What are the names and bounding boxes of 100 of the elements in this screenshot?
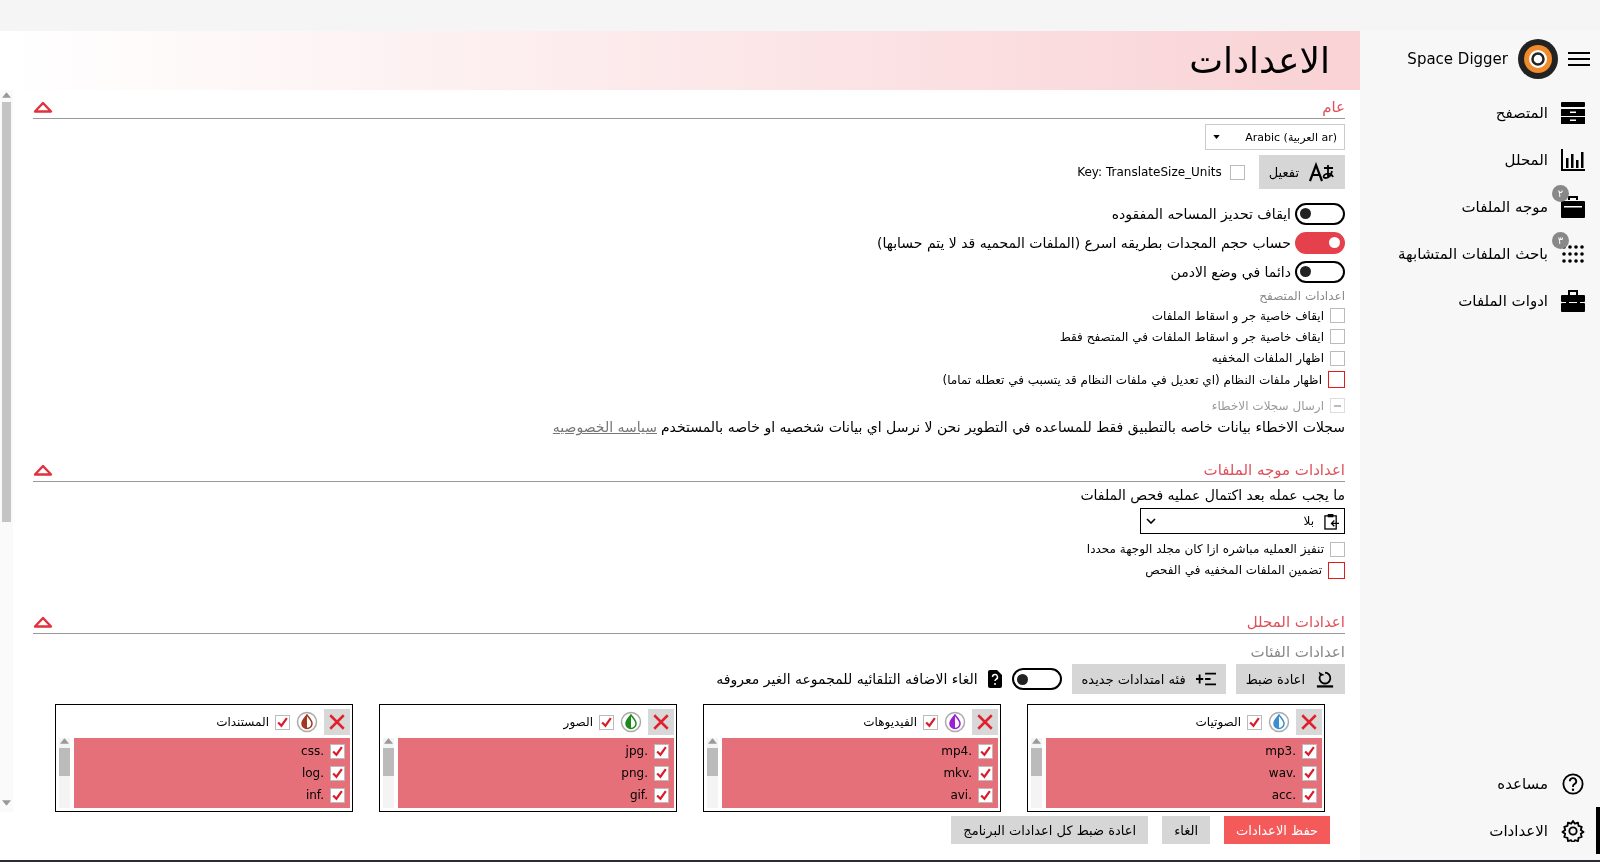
dots-icon	[1561, 242, 1585, 265]
extension-label: wav.	[1268, 766, 1296, 780]
checkbox[interactable]	[923, 714, 938, 730]
sidebar-item[interactable]: ادوات الملفات	[1360, 277, 1600, 324]
toggle-switch[interactable]	[1011, 668, 1062, 690]
footer-button[interactable]: اعادة ضبط كل اعدادات البرنامج	[951, 816, 1149, 844]
sidebar-item[interactable]: الاعدادات	[1360, 807, 1600, 854]
scroll-up-icon[interactable]	[708, 738, 717, 744]
extension-label: mkv.	[943, 766, 972, 780]
section-title: اعدادات المحلل	[1246, 613, 1345, 631]
scrollbar[interactable]	[383, 738, 394, 808]
checkbox[interactable]	[654, 787, 669, 803]
checkbox[interactable]	[1330, 308, 1345, 324]
checkbox[interactable]	[1330, 350, 1345, 366]
checkbox[interactable]	[1229, 164, 1245, 180]
extension-label: jpg.	[625, 744, 648, 758]
checkbox[interactable]	[330, 765, 345, 781]
checkbox[interactable]	[330, 743, 345, 759]
collapse-icon[interactable]	[33, 101, 53, 113]
checkbox[interactable]	[654, 765, 669, 781]
checkbox[interactable]	[1330, 329, 1345, 345]
reset-button[interactable]: اعادة ضبط	[1235, 664, 1345, 694]
sidebar-item[interactable]: ٣ باحث الملفات المتشابهة	[1360, 230, 1600, 277]
checkbox-label: ارسال سجلات الاخطاء	[1211, 398, 1324, 413]
translate-button[interactable]: تفعيل	[1258, 155, 1345, 189]
extension-label: avi.	[950, 788, 972, 802]
toggle-switch[interactable]	[1295, 260, 1345, 283]
category-name: الفيديوهات	[863, 715, 917, 729]
collapse-icon[interactable]	[33, 464, 53, 477]
checkbox[interactable]	[330, 787, 345, 803]
field-label: ما يجب عمله بعد اكتمال عمليه فحص الملفات	[1080, 487, 1345, 504]
checkbox[interactable]	[1328, 561, 1345, 579]
delete-button[interactable]	[324, 709, 350, 735]
sidebar-item[interactable]: المحلل	[1360, 136, 1600, 183]
menu-icon[interactable]	[1568, 51, 1590, 67]
sidebar-item[interactable]: المتصفح	[1360, 89, 1600, 136]
scrollbar[interactable]	[707, 738, 718, 808]
scrollbar[interactable]	[1031, 738, 1042, 808]
scroll-up-icon[interactable]	[384, 738, 393, 744]
privacy-note: سجلات الاخطاء بيانات خاصه بالتطبيق فقط للمساعده في التطوير نحن لا نرسل اي بيانات شخصيه او خاصه بالمستخدم	[660, 419, 1345, 436]
checkbox[interactable]	[1330, 541, 1345, 557]
toggle-label: دائما في وضع الادمن	[1170, 263, 1291, 280]
count-badge: ٣	[1552, 231, 1569, 249]
checkbox-label: Key: TranslateSize_Units	[1077, 165, 1222, 179]
toggle-label: الغاء الاضافه التلقائيه للمجموعه الغير معروفه	[716, 671, 978, 687]
scroll-up-icon[interactable]	[1032, 738, 1041, 744]
checkbox[interactable]	[654, 743, 669, 759]
toggle-label: حساب حجم المجدات بطريقه اسرع (الملفات المحميه قد لا يتم حسابها)	[876, 234, 1291, 251]
delete-button[interactable]	[648, 709, 674, 735]
color-drop-icon[interactable]	[620, 711, 642, 733]
chevron-down-icon	[1146, 518, 1156, 525]
checkbox[interactable]	[599, 714, 614, 730]
scroll-down-icon[interactable]	[2, 800, 11, 806]
checkbox[interactable]	[1302, 765, 1317, 781]
app-name: Space Digger	[1407, 50, 1508, 68]
toggle-switch[interactable]	[1295, 231, 1345, 254]
checkbox[interactable]	[1302, 787, 1317, 803]
checkbox-label: تضمين الملفات المخفيه في الفحص	[1145, 563, 1322, 578]
toggle-label: ايقاف تحديز المساحه المفقوده	[1111, 205, 1291, 222]
new-category-button[interactable]: فئه امتدادات جديده	[1071, 664, 1226, 694]
color-drop-icon[interactable]	[1268, 711, 1290, 733]
extension-label: acc.	[1271, 788, 1296, 802]
help-file-icon[interactable]	[987, 670, 1002, 688]
toggle-switch[interactable]	[1295, 202, 1345, 225]
reset-icon	[1315, 670, 1335, 688]
checkbox-label: ايقاف خاصية جر و اسقاط الملفات في المتصفح فقط	[1059, 329, 1324, 344]
toolbox-icon	[1561, 289, 1585, 312]
delete-button[interactable]	[972, 709, 998, 735]
extension-label: inf.	[305, 788, 324, 802]
checkbox[interactable]	[978, 765, 993, 781]
scrollbar[interactable]	[59, 738, 70, 808]
subheading: اعدادات الفئات	[1249, 643, 1345, 661]
category-name: المستندات	[216, 715, 269, 729]
language-dropdown[interactable]: Arabic (العربية ar)	[1205, 124, 1345, 150]
privacy-link[interactable]: سياسه الخصوصيه	[552, 419, 657, 436]
extension-label: mp4.	[941, 744, 972, 758]
clipboard-icon	[1324, 512, 1339, 530]
checkbox[interactable]	[978, 743, 993, 759]
section-title: اعدادات موجه الملفات	[1203, 461, 1345, 480]
footer-button[interactable]: الغاء	[1162, 816, 1211, 844]
sidebar-item[interactable]: مساعده	[1360, 760, 1600, 807]
checkbox-label: تنفيز العمليه مباشره ازا كان مجلد الوجهة محددا	[1086, 542, 1324, 557]
color-drop-icon[interactable]	[944, 711, 966, 733]
action-dropdown[interactable]: بلا	[1140, 508, 1345, 535]
checkbox[interactable]	[1247, 714, 1262, 730]
sidebar-item[interactable]: ٢ موجه الملفات	[1360, 183, 1600, 230]
scrollbar[interactable]	[0, 90, 13, 812]
checkbox[interactable]	[978, 787, 993, 803]
checkbox[interactable]	[1302, 743, 1317, 759]
page-title: الاعدادات	[1189, 40, 1330, 81]
scroll-up-icon[interactable]	[60, 738, 69, 744]
checkbox[interactable]	[275, 714, 290, 730]
section-title: عام	[1322, 98, 1345, 116]
delete-button[interactable]	[1296, 709, 1322, 735]
color-drop-icon[interactable]	[296, 711, 318, 733]
help-icon	[1561, 772, 1585, 795]
collapse-icon[interactable]	[33, 616, 53, 628]
checkbox[interactable]	[1328, 371, 1345, 389]
extension-label: png.	[621, 766, 648, 780]
scroll-up-icon[interactable]	[2, 92, 11, 98]
